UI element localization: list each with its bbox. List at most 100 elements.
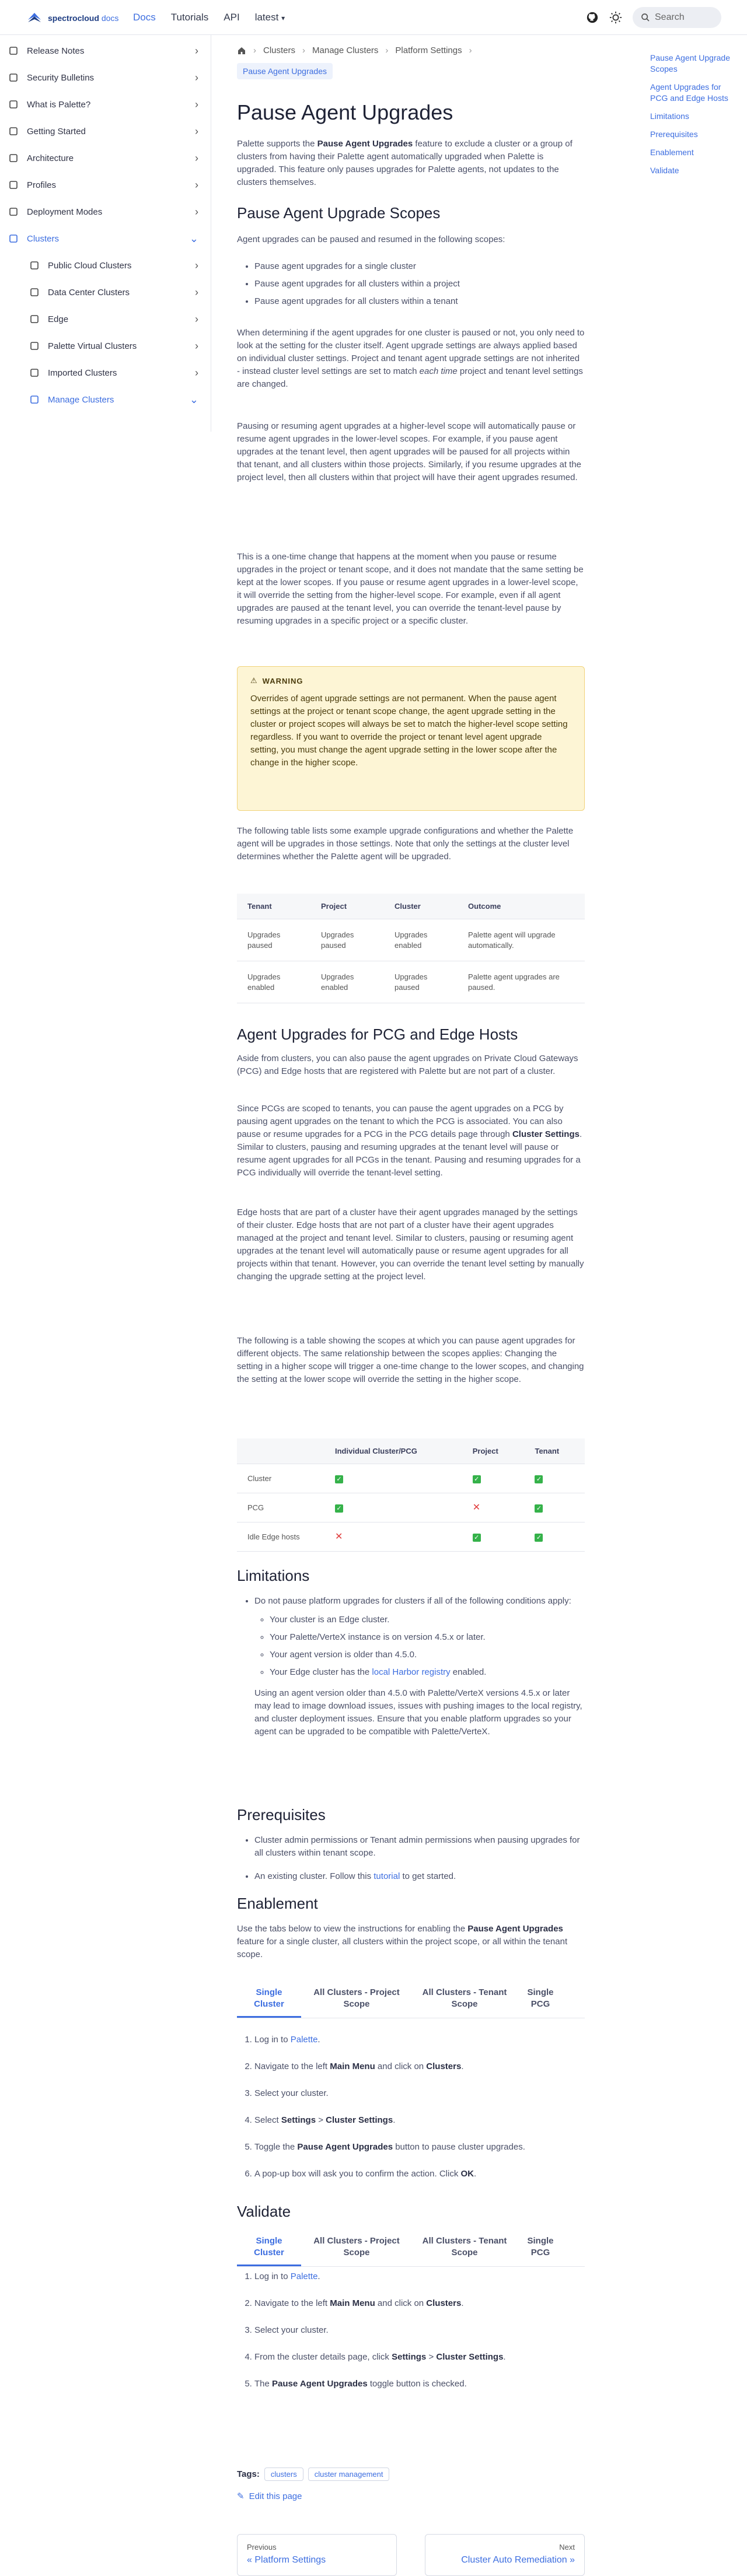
flag-icon [8, 126, 19, 136]
chevron-right-icon: › [195, 259, 198, 271]
table-cell: Palette agent will upgrade automatically… [458, 919, 585, 961]
nav-docs[interactable]: Docs [133, 12, 156, 23]
breadcrumb-platform-settings[interactable]: Platform Settings [395, 46, 462, 55]
harbor-registry-link[interactable]: local Harbor registry [372, 1667, 450, 1677]
sidebar-item-security-bulletins[interactable]: Security Bulletins › [8, 66, 207, 89]
chevron-down-icon: ⌄ [189, 393, 198, 405]
database-icon [29, 287, 40, 298]
list-item: Cluster admin permissions or Tenant admi… [254, 1834, 585, 1860]
tags-label: Tags: [237, 2469, 260, 2479]
table-header: Outcome [458, 894, 585, 919]
toc-enablement[interactable]: Enablement [650, 147, 732, 158]
sidebar-item-label: Imported Clusters [48, 368, 117, 378]
table-cell: Upgrades enabled [237, 961, 311, 1003]
warning-admonition: ⚠ WARNING Overrides of agent upgrade sett… [237, 666, 585, 811]
sidebar-item-release-notes[interactable]: Release Notes › [8, 40, 207, 62]
heading-validate: Validate [237, 2203, 291, 2220]
sidebar-item-label: Architecture [27, 153, 74, 163]
check-icon: ✓ [535, 1475, 543, 1483]
toc-scopes[interactable]: Pause Agent Upgrade Scopes [650, 52, 732, 75]
nav-api[interactable]: API [224, 12, 239, 23]
sidebar-item-label: Public Cloud Clusters [48, 260, 132, 271]
breadcrumb-clusters[interactable]: Clusters [263, 46, 295, 55]
chevron-right-icon: › [195, 205, 198, 218]
list-item: Navigate to the left Main Menu and click… [254, 2297, 585, 2310]
tab-tenant-scope[interactable]: All Clusters - Tenant Scope [412, 2230, 517, 2266]
heading-enablement: Enablement [237, 1895, 318, 1912]
table-header: Project [462, 1438, 525, 1464]
list-item: A pop-up box will ask you to confirm the… [254, 2168, 585, 2180]
list-item: An existing cluster. Follow this tutoria… [254, 1870, 585, 1883]
chevron-right-icon: › [195, 286, 198, 298]
tag-clusters[interactable]: clusters [264, 2468, 303, 2481]
home-icon[interactable] [237, 46, 246, 55]
sidebar-item-manage-clusters[interactable]: Manage Clusters ⌄ [29, 388, 207, 411]
table-cell: ✓ [524, 1493, 585, 1522]
sidebar-item-what-is-palette[interactable]: What is Palette? › [8, 93, 207, 116]
sidebar-item-palette-virtual-clusters[interactable]: Palette Virtual Clusters › [29, 335, 207, 357]
tutorial-link[interactable]: tutorial [374, 1871, 400, 1881]
toc-validate[interactable]: Validate [650, 165, 732, 176]
sidebar-item-label: Clusters [27, 233, 60, 244]
tag-cluster-management[interactable]: cluster management [308, 2468, 390, 2481]
list-item: Toggle the Pause Agent Upgrades button t… [254, 2141, 585, 2154]
sidebar-item-architecture[interactable]: Architecture › [8, 147, 207, 169]
toc-prerequisites[interactable]: Prerequisites [650, 129, 732, 140]
search-input[interactable]: Search [633, 7, 721, 28]
tab-single-cluster[interactable]: Single Cluster [237, 1981, 301, 2018]
nav-tutorials[interactable]: Tutorials [171, 12, 209, 23]
tab-single-pcg[interactable]: Single PCG [517, 2230, 564, 2266]
sidebar-item-clusters[interactable]: Clusters ⌄ [8, 228, 207, 250]
spectrocloud-logo[interactable]: spectrocloud docs [26, 9, 118, 27]
scope-table: Individual Cluster/PCG Project Tenant Clust… [237, 1438, 585, 1552]
theme-toggle-icon[interactable] [609, 11, 622, 24]
tab-single-cluster[interactable]: Single Cluster [237, 2230, 301, 2266]
sidebar-item-deployment-modes[interactable]: Deployment Modes › [8, 201, 207, 223]
list-item: Select your cluster. [254, 2324, 585, 2337]
tab-project-scope[interactable]: All Clusters - Project Scope [301, 2230, 412, 2266]
check-icon: ✓ [335, 1475, 343, 1483]
table-row: Cluster ✓ ✓ ✓ [237, 1464, 585, 1493]
chevron-down-icon: ⌄ [189, 232, 198, 244]
sidebar-item-data-center-clusters[interactable]: Data Center Clusters › [29, 281, 207, 303]
sidebar-item-getting-started[interactable]: Getting Started › [8, 120, 207, 142]
sidebar-item-label: Security Bulletins [27, 72, 95, 83]
sidebar-item-label: Manage Clusters [48, 394, 114, 405]
cloud-icon [29, 260, 40, 271]
list-item: From the cluster details page, click Set… [254, 2351, 585, 2364]
sidebar-item-profiles[interactable]: Profiles › [8, 174, 207, 196]
tab-tenant-scope[interactable]: All Clusters - Tenant Scope [412, 1981, 517, 2018]
sidebar-item-edge[interactable]: Edge › [29, 308, 207, 330]
vcluster-icon [29, 341, 40, 351]
list-item: Pause agent upgrades for a single cluste… [254, 260, 585, 273]
pencil-icon: ✎ [237, 2491, 245, 2501]
tab-single-pcg[interactable]: Single PCG [517, 1981, 564, 2018]
table-cell: Cluster [237, 1464, 324, 1493]
table-cell: Upgrades enabled [384, 919, 458, 961]
page-title: Pause Agent Upgrades [237, 100, 453, 124]
next-page-button[interactable]: Next Cluster Auto Remediation » [425, 2534, 585, 2576]
sidebar-item-public-cloud-clusters[interactable]: Public Cloud Clusters › [29, 254, 207, 276]
previous-page-button[interactable]: Previous « Platform Settings [237, 2534, 397, 2576]
pcg-paragraph-2: Since PCGs are scoped to tenants, you ca… [237, 1104, 582, 1178]
github-icon[interactable] [586, 11, 599, 24]
toc-pcg-edge[interactable]: Agent Upgrades for PCG and Edge Hosts [650, 82, 732, 104]
table-cell: Upgrades enabled [310, 961, 385, 1003]
chevron-right-icon: › [195, 178, 198, 191]
palette-link[interactable]: Palette [291, 2272, 318, 2281]
palette-link[interactable]: Palette [291, 2035, 318, 2045]
table-row: PCG ✓ ✕ ✓ [237, 1493, 585, 1522]
table-cell: ✓ [324, 1464, 462, 1493]
toc-limitations[interactable]: Limitations [650, 111, 732, 122]
breadcrumb-manage-clusters[interactable]: Manage Clusters [312, 46, 378, 55]
tab-project-scope[interactable]: All Clusters - Project Scope [301, 1981, 412, 2018]
chevron-right-icon: › [195, 340, 198, 352]
version-dropdown[interactable]: latest ▾ [255, 12, 285, 23]
sidebar-item-imported-clusters[interactable]: Imported Clusters › [29, 362, 207, 384]
check-icon: ✓ [335, 1504, 343, 1513]
chevron-right-icon: › [195, 125, 198, 137]
warning-icon: ⚠ [250, 676, 258, 685]
one-time-paragraph: This is a one-time change that happens a… [237, 552, 584, 626]
check-icon: ✓ [472, 1475, 481, 1483]
edit-page-link[interactable]: ✎ Edit this page [237, 2491, 302, 2502]
